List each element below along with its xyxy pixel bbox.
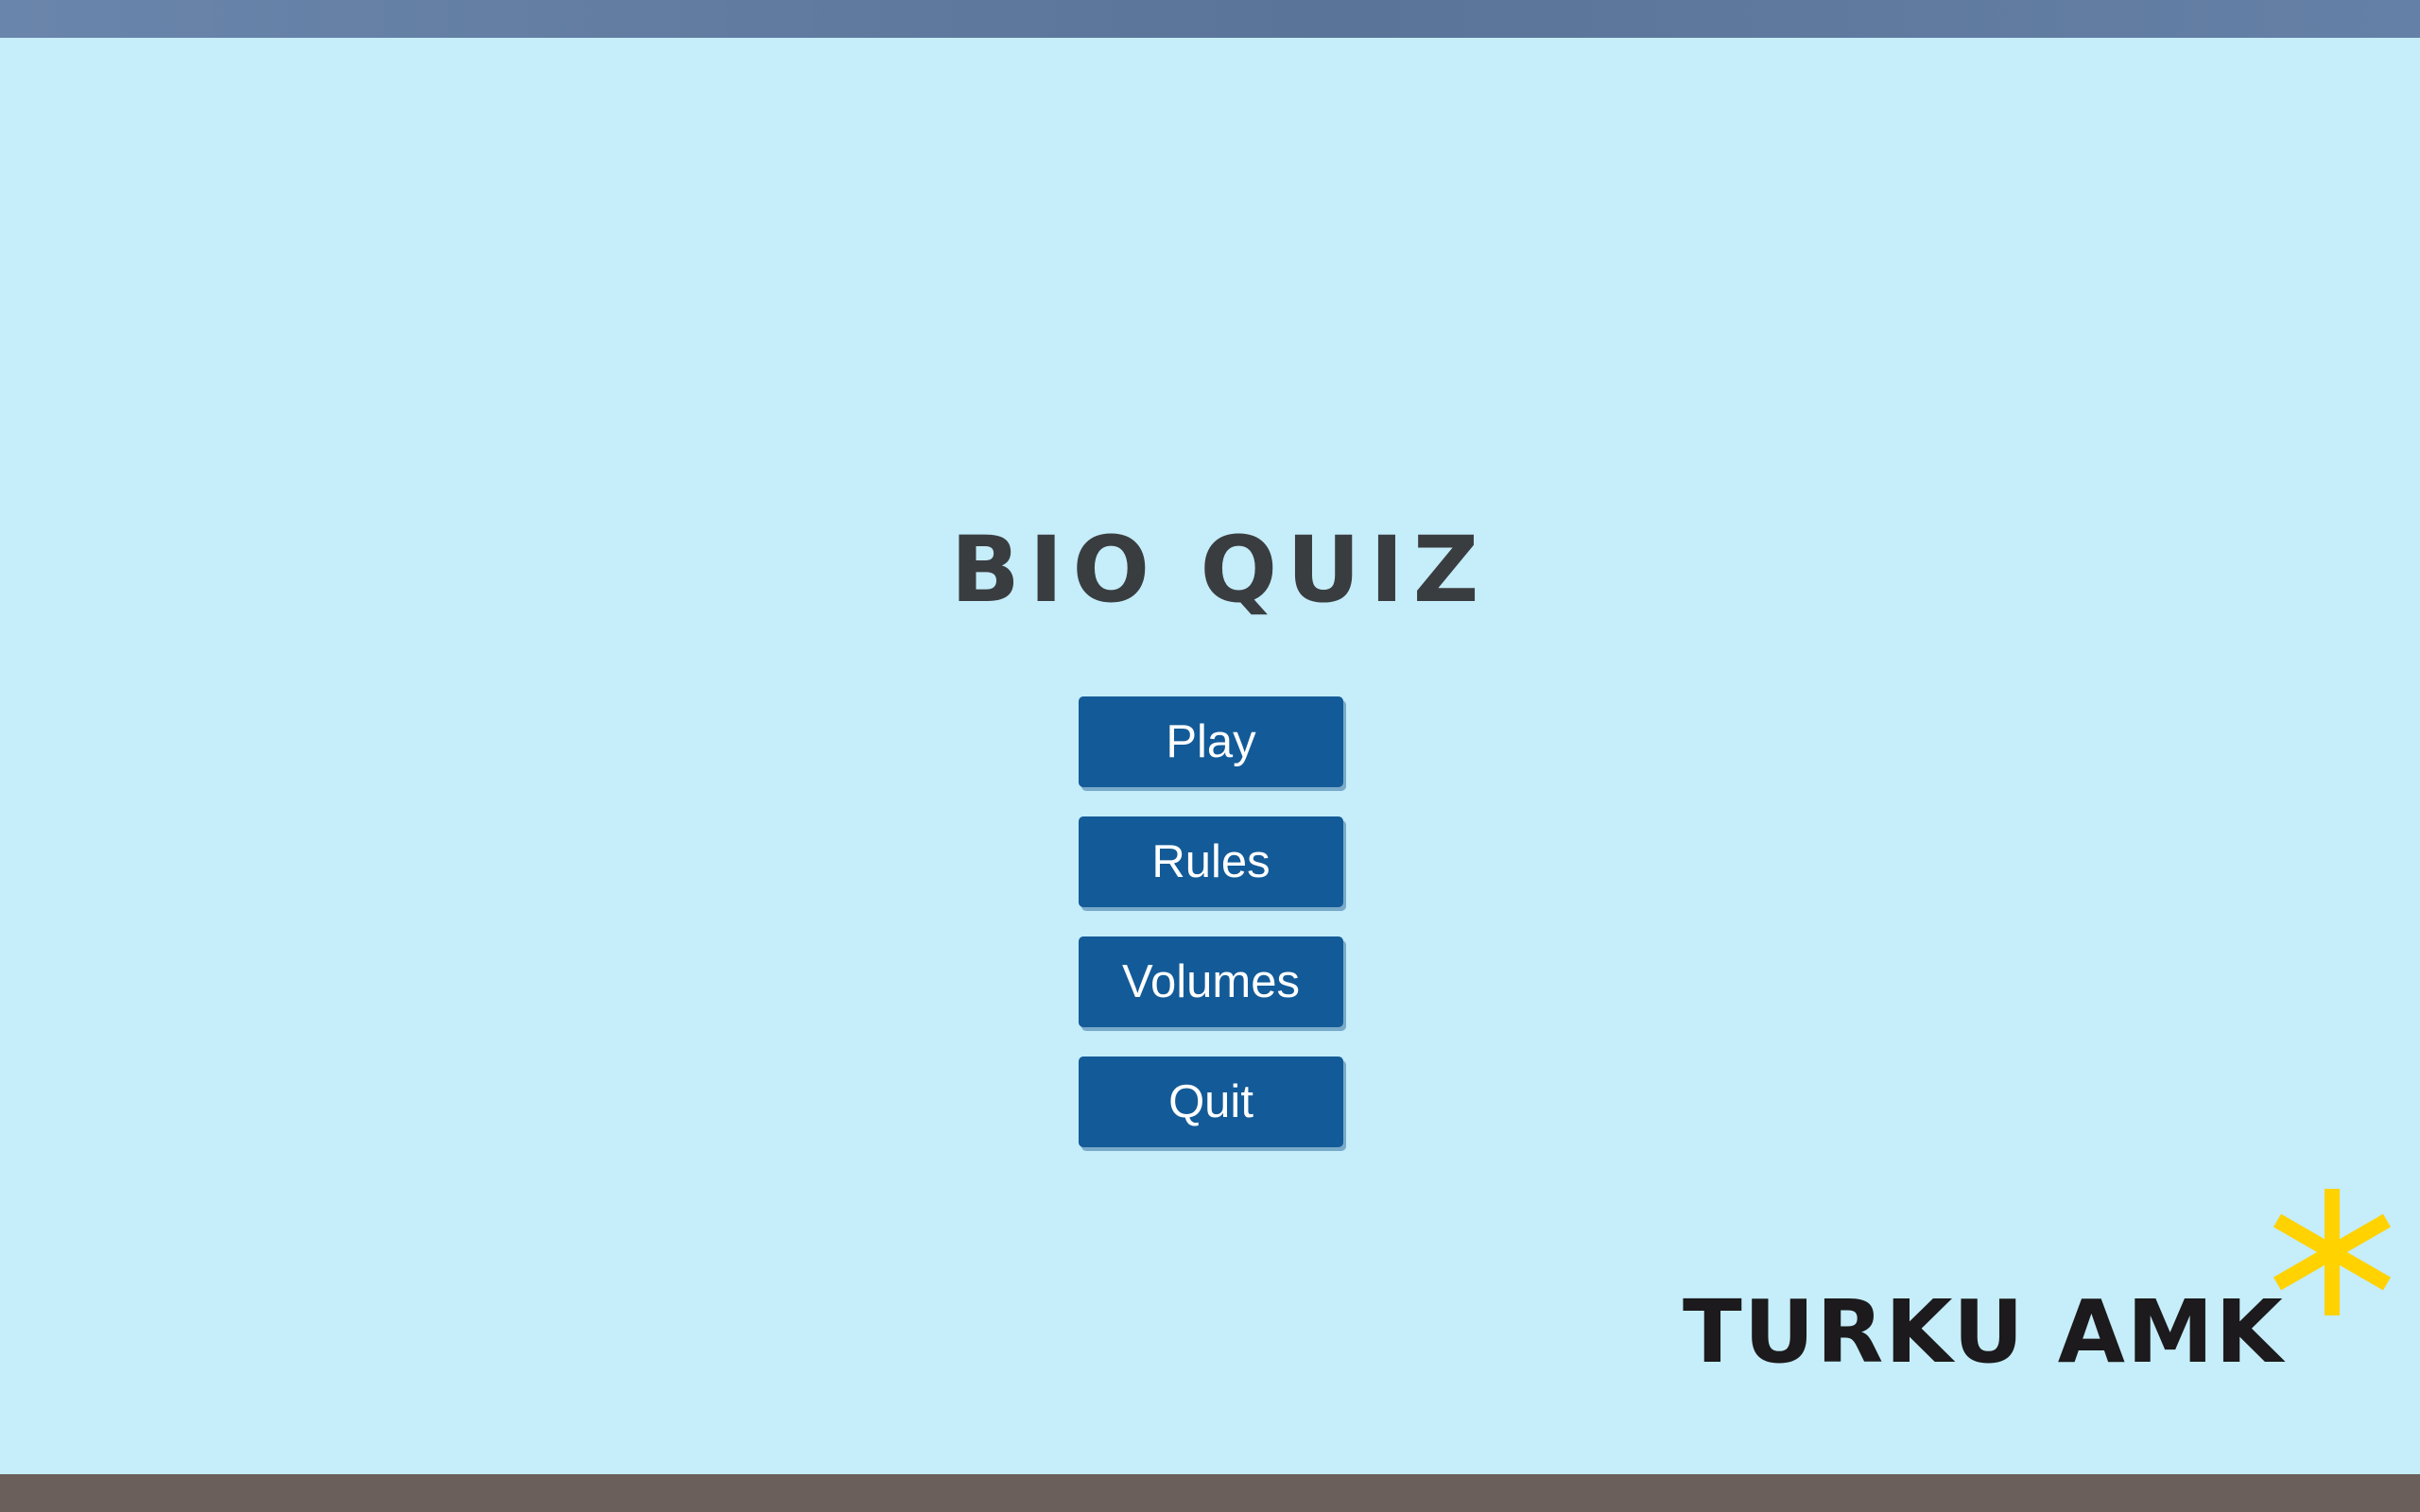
play-button[interactable]: Play <box>1079 696 1343 787</box>
game-title: BIO QUIZ <box>950 517 1489 623</box>
logo-text: TURKU AMK <box>1683 1281 2285 1383</box>
volumes-button[interactable]: Volumes <box>1079 936 1343 1027</box>
main-menu-screen: BIO QUIZ Play Rules Volumes Quit TURKU A… <box>0 0 2420 1512</box>
asterisk-icon <box>2273 1189 2392 1315</box>
top-bar <box>0 0 2420 38</box>
main-menu: Play Rules Volumes Quit <box>1079 696 1343 1177</box>
bottom-bar <box>0 1474 2420 1512</box>
turku-amk-logo: TURKU AMK <box>1673 1172 2411 1380</box>
quit-button[interactable]: Quit <box>1079 1057 1343 1147</box>
rules-button[interactable]: Rules <box>1079 816 1343 907</box>
